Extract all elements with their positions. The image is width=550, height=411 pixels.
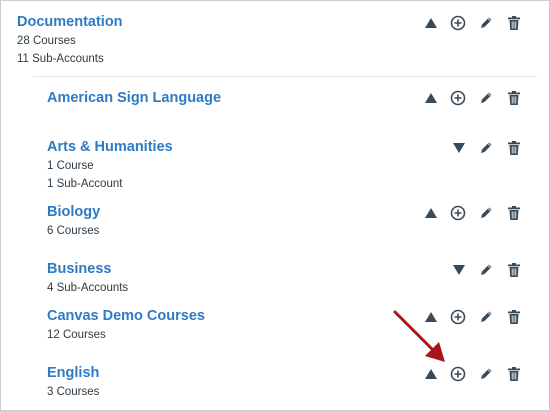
add-circle-icon[interactable] (449, 14, 467, 32)
triangle-down-icon[interactable] (450, 261, 468, 279)
account-subaccount-count: 1 Sub-Account (47, 178, 123, 190)
account-name-arts-humanities[interactable]: Arts & Humanities (47, 138, 173, 156)
triangle-down-icon[interactable] (450, 139, 468, 157)
add-circle-icon[interactable] (449, 308, 467, 326)
pencil-icon[interactable] (477, 365, 495, 383)
trash-icon[interactable] (505, 14, 523, 32)
account-course-count: 1 Course (47, 160, 94, 172)
trash-icon[interactable] (505, 365, 523, 383)
trash-icon[interactable] (505, 139, 523, 157)
account-course-count: 28 Courses (17, 35, 76, 47)
triangle-up-icon[interactable] (422, 204, 440, 222)
account-name-documentation[interactable]: Documentation (17, 13, 123, 31)
account-name-american-sign-language[interactable]: American Sign Language (47, 89, 221, 107)
add-circle-icon[interactable] (449, 365, 467, 383)
divider (33, 76, 537, 77)
trash-icon[interactable] (505, 308, 523, 326)
account-course-count: 12 Courses (47, 329, 106, 341)
pencil-icon[interactable] (477, 89, 495, 107)
account-course-count: 3 Courses (47, 386, 100, 398)
accounts-panel: Documentation 28 Courses 11 Sub-Accounts… (0, 0, 550, 411)
account-name-biology[interactable]: Biology (47, 203, 100, 221)
add-circle-icon[interactable] (449, 204, 467, 222)
pencil-icon[interactable] (477, 139, 495, 157)
triangle-up-icon[interactable] (422, 89, 440, 107)
pencil-icon[interactable] (477, 14, 495, 32)
triangle-up-icon[interactable] (422, 14, 440, 32)
account-subaccount-count: 4 Sub-Accounts (47, 282, 129, 294)
red-arrow-annotation (393, 310, 445, 362)
trash-icon[interactable] (505, 204, 523, 222)
pencil-icon[interactable] (477, 308, 495, 326)
account-subaccount-count: 11 Sub-Accounts (17, 53, 104, 65)
account-name-business[interactable]: Business (47, 260, 111, 278)
account-name-canvas-demo-courses[interactable]: Canvas Demo Courses (47, 307, 205, 325)
trash-icon[interactable] (505, 89, 523, 107)
add-circle-icon[interactable] (449, 89, 467, 107)
account-course-count: 6 Courses (47, 225, 100, 237)
pencil-icon[interactable] (477, 261, 495, 279)
account-name-english[interactable]: English (47, 364, 99, 382)
trash-icon[interactable] (505, 261, 523, 279)
pencil-icon[interactable] (477, 204, 495, 222)
